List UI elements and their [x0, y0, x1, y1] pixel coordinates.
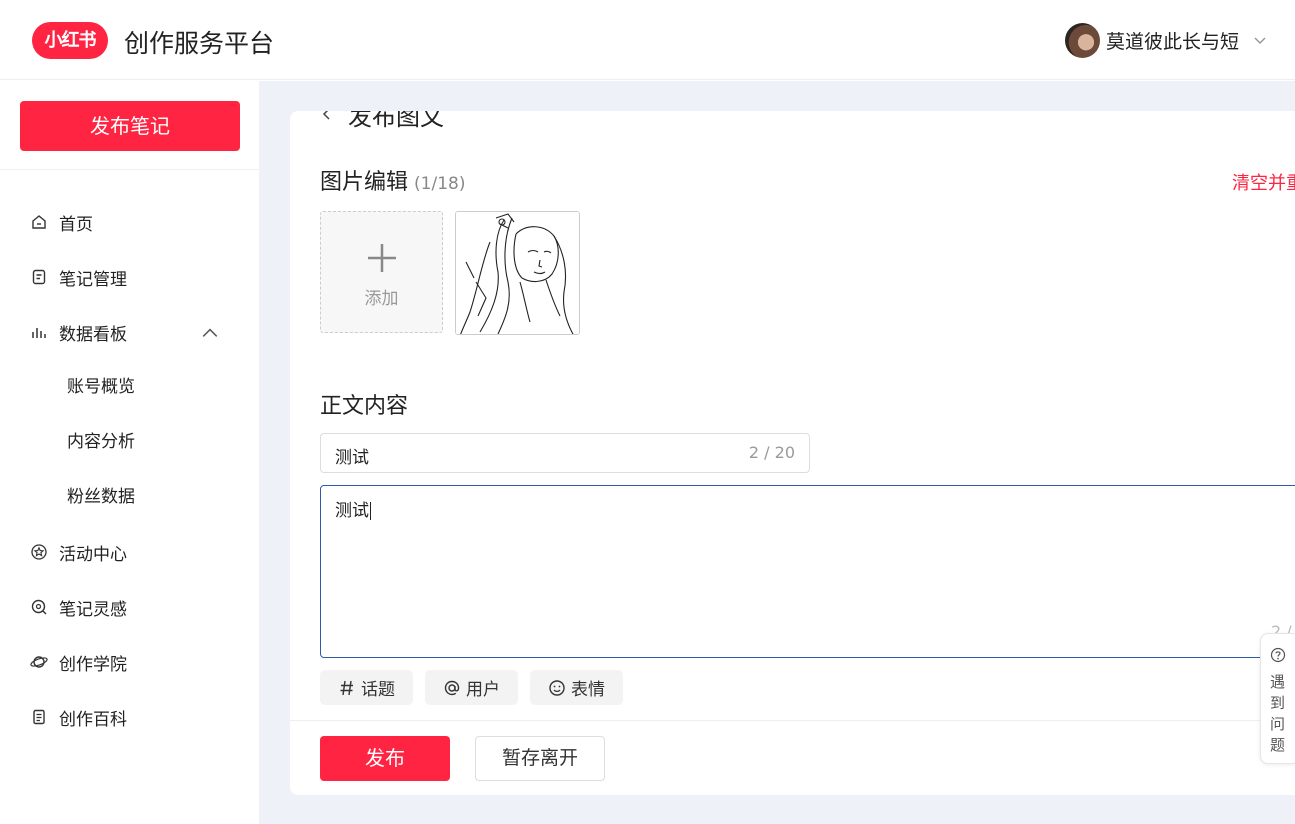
smiley-icon — [549, 679, 565, 696]
at-sign-icon — [444, 680, 460, 695]
sidebar-item-note-management[interactable]: 笔记管理 — [30, 262, 230, 292]
clear-and-reupload-link[interactable]: 清空并重 — [1232, 169, 1295, 195]
hashtag-icon — [340, 680, 353, 695]
top-header: 小红书 创作服务平台 莫道彼此长与短 — [0, 0, 1295, 80]
uploaded-image-thumbnail[interactable] — [455, 211, 580, 335]
mention-user-button[interactable]: 用户 — [425, 670, 518, 705]
user-menu[interactable]: 莫道彼此长与短 — [1064, 22, 1267, 58]
page-title: 发布图文 — [348, 111, 444, 131]
emoji-button-label: 表情 — [571, 680, 605, 700]
back-button[interactable]: 发布图文 — [320, 111, 444, 131]
sidebar-item-label: 笔记灵感 — [59, 599, 127, 620]
title-char-count: 2 / 20 — [748, 443, 795, 462]
inspiration-icon — [31, 599, 47, 615]
title-input-value[interactable]: 测试 — [335, 443, 369, 468]
sidebar-item-fan-data[interactable]: 粉丝数据 — [67, 482, 135, 512]
chevron-up-icon[interactable] — [201, 324, 219, 342]
chevron-down-icon[interactable] — [1253, 33, 1267, 47]
publish-note-button[interactable]: 发布笔记 — [20, 101, 240, 151]
plus-icon — [368, 244, 396, 272]
user-name[interactable]: 莫道彼此长与短 — [1106, 27, 1239, 54]
help-text: 遇到问题 — [1270, 673, 1286, 754]
sidebar-item-activity-center[interactable]: 活动中心 — [30, 537, 230, 567]
note-icon — [32, 269, 46, 285]
sidebar-item-note-inspiration[interactable]: 笔记灵感 — [30, 592, 230, 622]
body-textarea-value[interactable]: 测试 — [335, 496, 371, 521]
sketch-illustration — [456, 212, 579, 334]
editor-card: 发布图文 图片编辑(1/18) 清空并重 添加 — [290, 111, 1295, 795]
sidebar-item-label: 创作学院 — [59, 654, 127, 675]
body-textarea[interactable]: 测试 2 / — [320, 485, 1295, 658]
footer-divider — [290, 720, 1295, 721]
image-section-title: 图片编辑 (1/18) — [320, 170, 466, 195]
sidebar: 发布笔记 首页 笔记管理 数据看板 账号概览 内容分析 粉丝数据 活动中心 笔记… — [0, 81, 259, 824]
topic-button[interactable]: 话题 — [320, 670, 413, 705]
sidebar-item-label: 创作百科 — [59, 709, 127, 730]
star-icon — [31, 544, 47, 560]
xiaohongshu-logo[interactable]: 小红书 — [32, 22, 108, 59]
sidebar-divider — [0, 169, 259, 170]
sidebar-item-label: 首页 — [59, 214, 93, 235]
app-title: 创作服务平台 — [124, 29, 275, 58]
question-icon — [1270, 647, 1286, 663]
sidebar-item-label: 数据看板 — [59, 324, 127, 345]
content-section-title: 正文内容 — [320, 394, 409, 419]
emoji-button[interactable]: 表情 — [530, 670, 623, 705]
mention-user-label: 用户 — [466, 680, 500, 700]
chart-icon — [32, 328, 46, 338]
save-draft-button[interactable]: 暂存离开 — [475, 736, 605, 781]
title-input[interactable]: 测试 2 / 20 — [320, 433, 810, 473]
sidebar-item-creator-wiki[interactable]: 创作百科 — [30, 702, 230, 732]
publish-button[interactable]: 发布 — [320, 736, 450, 781]
topic-button-label: 话题 — [361, 680, 395, 700]
sidebar-item-content-analysis[interactable]: 内容分析 — [67, 427, 135, 457]
help-float-button[interactable]: 遇到问题 — [1260, 633, 1295, 764]
add-image-button[interactable]: 添加 — [320, 211, 443, 333]
image-count: (1/18) — [414, 174, 466, 194]
add-image-label: 添加 — [364, 289, 399, 309]
sidebar-item-account-overview[interactable]: 账号概览 — [67, 372, 135, 402]
sidebar-item-data-dashboard[interactable]: 数据看板 — [30, 317, 230, 347]
book-icon — [33, 709, 45, 725]
sidebar-item-creator-academy[interactable]: 创作学院 — [30, 647, 230, 677]
home-icon — [32, 215, 46, 229]
chevron-left-icon[interactable] — [320, 111, 334, 121]
sidebar-item-label: 活动中心 — [59, 544, 127, 565]
sidebar-item-label: 笔记管理 — [59, 269, 127, 290]
avatar[interactable] — [1064, 22, 1100, 58]
sidebar-item-home[interactable]: 首页 — [30, 207, 230, 237]
text-cursor — [370, 502, 371, 520]
planet-icon — [30, 656, 48, 668]
